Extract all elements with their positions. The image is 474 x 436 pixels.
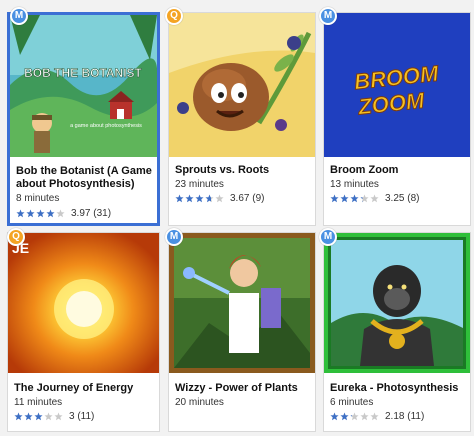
media-type-badge-icon: M — [319, 228, 337, 246]
card-title[interactable]: Eureka - Photosynthesis — [330, 382, 466, 395]
star-icon — [330, 194, 339, 203]
star-icon — [14, 412, 23, 421]
card-thumbnail[interactable] — [169, 13, 315, 157]
bob-thumb-title: BOB THE BOTANIST — [24, 66, 142, 80]
card-rating: 3.25 (8) — [330, 193, 419, 204]
journey-energy-thumbnail-image: JE — [8, 233, 159, 373]
card-duration: 13 minutes — [330, 179, 379, 190]
star-icon — [56, 209, 65, 218]
game-card-sprouts-vs-roots[interactable]: Sprouts vs. Roots 23 minutes 3.67 (9) — [168, 12, 316, 226]
rating-stars — [14, 412, 63, 421]
card-thumbnail[interactable] — [324, 233, 470, 373]
star-icon — [46, 209, 55, 218]
rating-stars — [175, 194, 224, 203]
game-card-bob-the-botanist[interactable]: BOB THE BOTANIST a game about photosynth… — [7, 12, 160, 226]
star-icon — [185, 194, 194, 203]
card-title[interactable]: Wizzy - Power of Plants — [175, 382, 311, 395]
card-duration: 8 minutes — [16, 193, 60, 204]
card-thumbnail[interactable]: BOB THE BOTANIST a game about photosynth… — [10, 15, 157, 157]
star-icon — [350, 412, 359, 421]
rating-text: 3 (11) — [69, 411, 95, 422]
card-duration: 11 minutes — [14, 397, 63, 408]
star-icon — [26, 209, 35, 218]
game-card-eureka-photosynthesis[interactable]: Eureka - Photosynthesis 6 minutes 2.18 (… — [323, 232, 471, 432]
star-icon — [34, 412, 43, 421]
card-rating: 2.18 (11) — [330, 411, 424, 422]
card-title[interactable]: Bob the Botanist (A Game about Photosynt… — [16, 165, 153, 191]
star-icon — [340, 412, 349, 421]
star-icon — [24, 412, 33, 421]
star-icon — [340, 194, 349, 203]
eureka-thumbnail-image — [324, 233, 470, 373]
card-duration: 23 minutes — [175, 179, 224, 190]
star-icon — [44, 412, 53, 421]
broom-zoom-thumbnail-image: BROOM ZOOM — [324, 13, 470, 157]
card-thumbnail[interactable] — [169, 233, 315, 373]
game-grid: BOB THE BOTANIST a game about photosynth… — [0, 0, 474, 436]
star-icon — [370, 412, 379, 421]
card-rating: 3.97 (31) — [16, 208, 111, 219]
star-icon — [215, 194, 224, 203]
media-type-badge-icon: M — [165, 228, 183, 246]
game-card-wizzy-power-of-plants[interactable]: Wizzy - Power of Plants 20 minutes — [168, 232, 316, 432]
sprouts-thumbnail-image — [169, 13, 315, 157]
wizzy-thumbnail-image — [169, 233, 315, 373]
star-icon — [195, 194, 204, 203]
card-title[interactable]: Broom Zoom — [330, 164, 466, 177]
star-icon — [370, 194, 379, 203]
rating-text: 3.97 (31) — [71, 208, 112, 219]
bob-thumb-subtitle: a game about photosynthesis — [70, 123, 142, 129]
media-type-badge-icon: M — [319, 7, 337, 25]
rating-stars — [330, 194, 379, 203]
star-icon — [360, 194, 369, 203]
card-title[interactable]: The Journey of Energy — [14, 382, 155, 395]
star-icon — [54, 412, 63, 421]
star-icon — [175, 194, 184, 203]
rating-stars — [330, 412, 379, 421]
quiz-type-badge-icon: Q — [165, 7, 183, 25]
rating-text: 3.25 (8) — [385, 193, 420, 204]
card-thumbnail[interactable]: JE — [8, 233, 159, 373]
star-icon — [360, 412, 369, 421]
card-rating: 3.67 (9) — [175, 193, 264, 204]
card-duration: 6 minutes — [330, 397, 374, 408]
star-icon — [36, 209, 45, 218]
quiz-type-badge-icon: Q — [7, 228, 25, 246]
rating-stars — [16, 209, 65, 218]
card-title[interactable]: Sprouts vs. Roots — [175, 164, 311, 177]
game-card-broom-zoom[interactable]: BROOM ZOOM Broom Zoom 13 minutes 3.25 (8… — [323, 12, 471, 226]
card-rating: 3 (11) — [14, 411, 94, 422]
star-icon — [350, 194, 359, 203]
bob-thumbnail-image: BOB THE BOTANIST a game about photosynth… — [10, 15, 157, 157]
card-duration: 20 minutes — [175, 397, 224, 408]
rating-text: 3.67 (9) — [230, 193, 265, 204]
star-icon — [205, 194, 214, 203]
star-icon — [16, 209, 25, 218]
media-type-badge-icon: M — [10, 7, 28, 25]
rating-text: 2.18 (11) — [385, 411, 425, 422]
card-thumbnail[interactable]: BROOM ZOOM — [324, 13, 470, 157]
star-icon — [330, 412, 339, 421]
game-card-journey-of-energy[interactable]: JE The Journey of Energy 11 minutes 3 (1… — [7, 232, 160, 432]
